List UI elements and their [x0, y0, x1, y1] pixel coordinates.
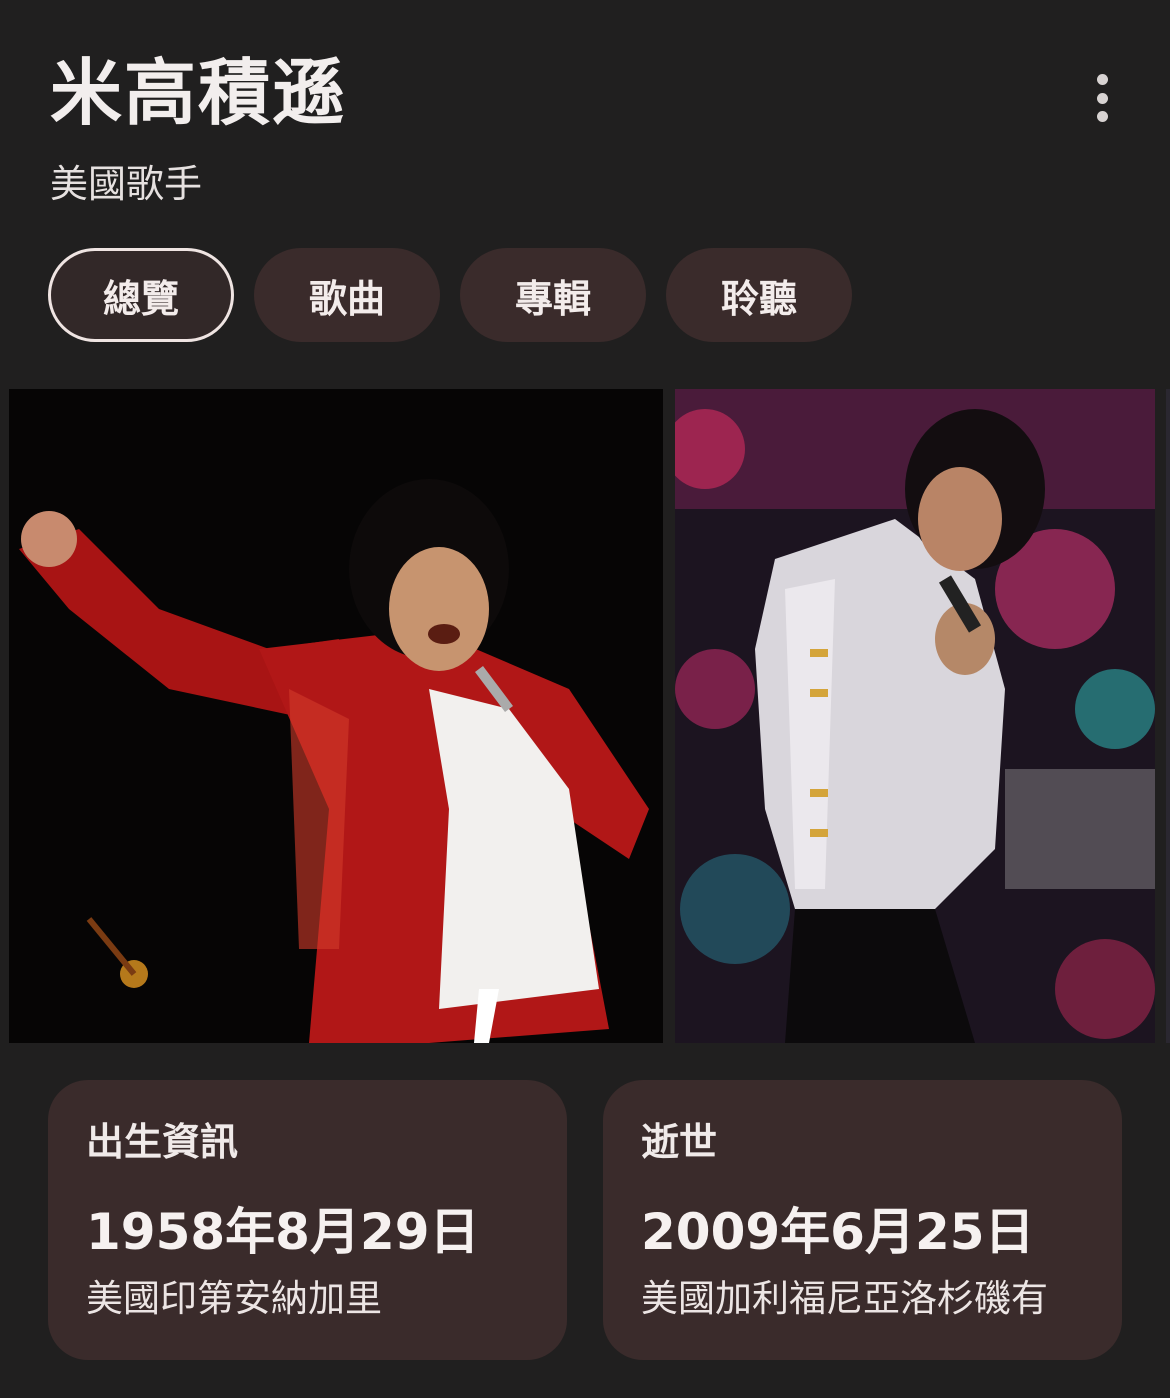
- fact-detail: 美國印第安納加里: [86, 1277, 382, 1320]
- more-options-button[interactable]: [1082, 74, 1122, 122]
- fact-label: 出生資訊: [86, 1120, 239, 1164]
- fact-card-birth[interactable]: 出生資訊 1958年8月29日 美國印第安納加里: [48, 1080, 567, 1360]
- tab-overview[interactable]: 總覽: [48, 248, 234, 342]
- fact-label: 逝世: [641, 1120, 718, 1164]
- tab-listen[interactable]: 聆聽: [666, 248, 852, 342]
- fact-detail: 美國加利福尼亞洛杉磯有: [641, 1277, 1048, 1320]
- page-title: 米高積遜: [50, 51, 347, 135]
- photo-white-jacket-illustration: [675, 389, 1155, 1043]
- tab-bar: 總覽 歌曲 專輯 聆聽: [48, 248, 852, 342]
- page-subtitle: 美國歌手: [50, 162, 203, 206]
- fact-card-death[interactable]: 逝世 2009年6月25日 美國加利福尼亞洛杉磯有: [603, 1080, 1122, 1360]
- image-performer-white-jacket[interactable]: [675, 389, 1155, 1043]
- tab-albums[interactable]: 專輯: [460, 248, 646, 342]
- knowledge-panel: 米高積遜 美國歌手 總覽 歌曲 專輯 聆聽 出生資訊 1958年8月29日 美國…: [0, 0, 1170, 1398]
- more-vert-icon: [1096, 74, 1108, 85]
- image-performer-red-jacket[interactable]: [9, 389, 663, 1043]
- photo-red-jacket-illustration: [9, 389, 663, 1043]
- tab-songs[interactable]: 歌曲: [254, 248, 440, 342]
- fact-value: 1958年8月29日: [86, 1203, 480, 1261]
- fact-value: 2009年6月25日: [641, 1203, 1035, 1261]
- more-vert-icon-dot: [1096, 92, 1108, 104]
- more-vert-icon-dot: [1096, 111, 1108, 122]
- image-next-peek[interactable]: [1166, 389, 1170, 1043]
